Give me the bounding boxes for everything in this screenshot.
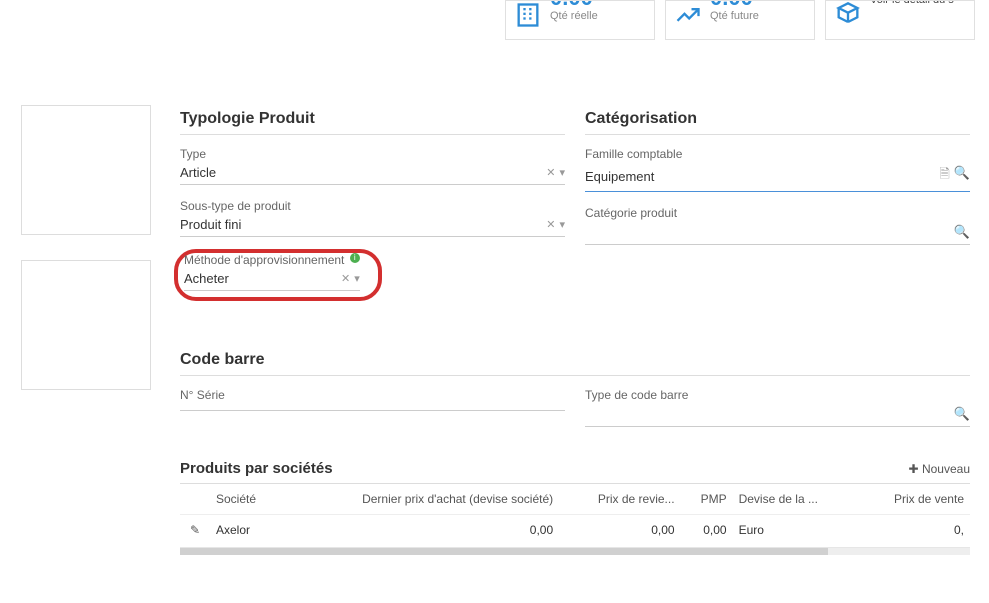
detail-label: Voir le détail du s	[870, 0, 954, 6]
bctype-label: Type de code barre	[585, 388, 970, 402]
building-icon	[514, 1, 542, 34]
clear-icon[interactable]: ✕	[341, 272, 350, 285]
serial-input[interactable]	[180, 404, 565, 411]
subtype-select[interactable]: Produit fini ✕ ▾	[180, 215, 565, 237]
qty-future-label: Qté future	[710, 11, 759, 22]
tile-qty-future[interactable]: 0.00 Qté future	[665, 0, 815, 40]
qty-real-label: Qté réelle	[550, 11, 598, 22]
cell-pmp: 0,00	[681, 515, 733, 546]
pcat-select[interactable]: 🔍	[585, 222, 970, 245]
typology-heading: Typologie Produit	[180, 110, 565, 135]
family-label: Famille comptable	[585, 147, 970, 161]
product-image-2[interactable]	[21, 260, 151, 390]
col-pmp[interactable]: PMP	[681, 484, 733, 515]
bctype-select[interactable]: 🔍	[585, 404, 970, 427]
family-value: Equipement	[585, 169, 654, 184]
col-cost[interactable]: Prix de revie...	[559, 484, 680, 515]
tile-qty-real[interactable]: 0.00 Qté réelle	[505, 0, 655, 40]
procurement-select[interactable]: Acheter ✕ ▾	[184, 269, 360, 291]
edit-icon[interactable]: ✎	[190, 523, 200, 537]
qty-future-value: 0.00	[710, 0, 759, 9]
horizontal-scrollbar[interactable]	[180, 547, 970, 555]
companies-table: Société Dernier prix d'achat (devise soc…	[180, 484, 970, 545]
subtype-label: Sous-type de produit	[180, 199, 565, 213]
family-select[interactable]: Equipement 🗎 🔍	[585, 163, 970, 192]
info-icon[interactable]: i	[350, 253, 360, 263]
col-last-purchase[interactable]: Dernier prix d'achat (devise société)	[281, 484, 559, 515]
procurement-highlight: Méthode d'approvisionnement i Acheter ✕ …	[174, 249, 382, 301]
cell-last-purchase: 0,00	[281, 515, 559, 546]
chart-line-icon	[674, 1, 702, 34]
barcode-heading: Code barre	[180, 351, 970, 376]
procurement-value: Acheter	[184, 271, 229, 286]
qty-real-value: 0.00	[550, 0, 598, 9]
search-icon[interactable]: 🔍	[954, 224, 970, 240]
type-value: Article	[180, 165, 216, 180]
table-row[interactable]: ✎ Axelor 0,00 0,00 0,00 Euro 0,	[180, 515, 970, 546]
col-company[interactable]: Société	[210, 484, 281, 515]
plus-icon: ✚	[909, 462, 919, 476]
pcat-label: Catégorie produit	[585, 206, 970, 220]
procurement-label: Méthode d'approvisionnement i	[184, 253, 360, 267]
document-icon[interactable]: 🗎	[939, 165, 949, 187]
summary-tiles: 0.00 Qté réelle 0.00 Qté future Voir le …	[505, 0, 975, 40]
clear-icon[interactable]: ✕	[546, 166, 555, 179]
product-image-1[interactable]	[21, 105, 151, 235]
col-sale[interactable]: Prix de vente	[858, 484, 970, 515]
chevron-down-icon[interactable]: ▾	[559, 218, 565, 231]
chevron-down-icon[interactable]: ▾	[559, 166, 565, 179]
chevron-down-icon[interactable]: ▾	[354, 272, 360, 285]
serial-label: N° Série	[180, 388, 565, 402]
col-currency[interactable]: Devise de la ...	[733, 484, 858, 515]
type-select[interactable]: Article ✕ ▾	[180, 163, 565, 185]
subtype-value: Produit fini	[180, 217, 241, 232]
type-label: Type	[180, 147, 565, 161]
cubes-icon	[834, 1, 862, 34]
new-button[interactable]: ✚ Nouveau	[909, 462, 970, 476]
search-icon[interactable]: 🔍	[954, 165, 970, 187]
category-heading: Catégorisation	[585, 110, 970, 135]
cell-company: Axelor	[210, 515, 281, 546]
tile-detail[interactable]: Voir le détail du s	[825, 0, 975, 40]
cell-currency: Euro	[733, 515, 858, 546]
cell-cost: 0,00	[559, 515, 680, 546]
search-icon[interactable]: 🔍	[954, 406, 970, 422]
cell-sale: 0,	[858, 515, 970, 546]
companies-heading: Produits par sociétés	[180, 460, 333, 477]
clear-icon[interactable]: ✕	[546, 218, 555, 231]
